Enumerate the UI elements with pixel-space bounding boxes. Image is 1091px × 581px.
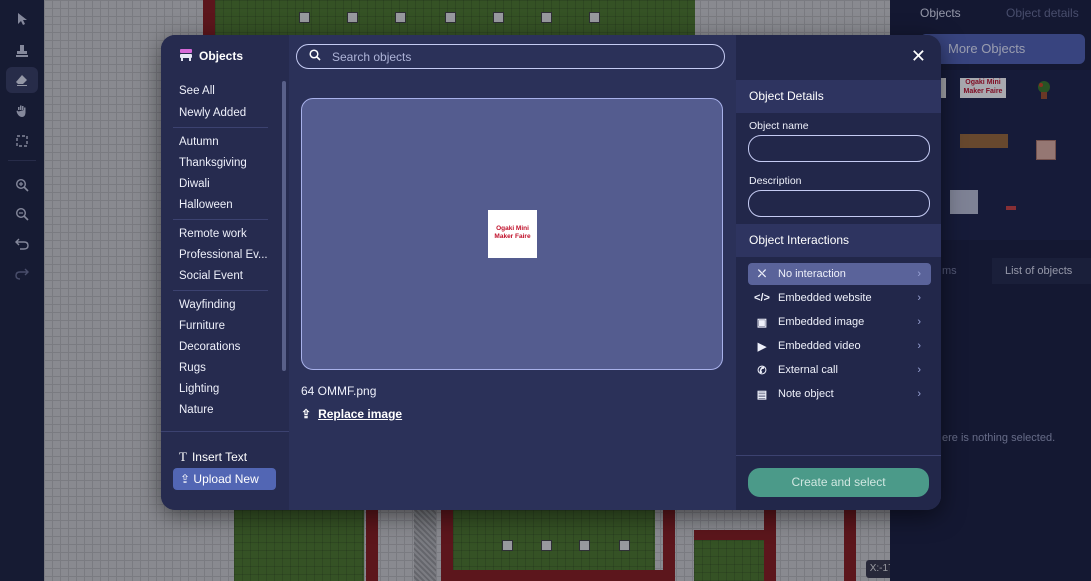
description-label: Description — [749, 175, 802, 187]
note-icon: ▤ — [756, 388, 768, 401]
category-wayfinding[interactable]: Wayfinding — [179, 299, 235, 311]
uploaded-image: Ogaki Mini Maker Faire — [488, 210, 537, 258]
category-social-event[interactable]: Social Event — [179, 270, 243, 282]
chevron-right-icon: › — [917, 388, 921, 400]
chevron-right-icon: › — [917, 268, 921, 280]
no-interaction-icon: ⛌ — [757, 267, 767, 280]
object-interactions-heading: Object Interactions — [736, 224, 941, 257]
category-thanksgiving[interactable]: Thanksgiving — [179, 157, 247, 169]
interaction-embedded-website[interactable]: </> Embedded website › — [748, 287, 931, 309]
interaction-label: Embedded website — [778, 292, 872, 304]
category-sidebar: Objects See All Newly Added Autumn Thank… — [161, 35, 289, 510]
objects-dialog: Objects See All Newly Added Autumn Thank… — [161, 35, 941, 510]
category-divider — [173, 290, 268, 291]
code-icon: </> — [754, 292, 770, 304]
object-details-heading: Object Details — [736, 80, 941, 113]
replace-image-link[interactable]: ⇪ Replace image — [301, 407, 402, 421]
category-autumn[interactable]: Autumn — [179, 136, 219, 148]
category-divider — [173, 127, 268, 128]
replace-image-label: Replace image — [318, 407, 403, 421]
category-lighting[interactable]: Lighting — [179, 383, 219, 395]
insert-text-label: Insert Text — [191, 450, 248, 464]
create-and-select-button[interactable]: Create and select — [748, 468, 929, 497]
upload-new-button[interactable]: ⇪ Upload New — [173, 468, 276, 490]
interaction-label: Note object — [778, 388, 834, 400]
chevron-right-icon: › — [917, 292, 921, 304]
objects-icon — [179, 48, 193, 64]
object-name-label: Object name — [749, 120, 809, 132]
category-scrollbar[interactable] — [282, 81, 286, 371]
search-input[interactable] — [330, 48, 714, 65]
category-newly-added[interactable]: Newly Added — [179, 107, 246, 119]
object-preview-panel: Ogaki Mini Maker Faire 64 OMMF.png ⇪ Rep… — [289, 35, 736, 510]
interaction-label: Embedded image — [778, 316, 865, 328]
logo-text-line1: Ogaki Mini — [496, 225, 529, 232]
interaction-label: No interaction — [778, 268, 846, 280]
insert-text-button[interactable]: T Insert Text — [179, 449, 247, 465]
objects-title-label: Objects — [199, 49, 244, 63]
interaction-embedded-image[interactable]: ▣ Embedded image › — [748, 311, 931, 333]
details-divider — [736, 455, 941, 456]
interaction-embedded-video[interactable]: ▶ Embedded video › — [748, 335, 931, 357]
objects-title: Objects — [179, 48, 243, 64]
category-furniture[interactable]: Furniture — [179, 320, 225, 332]
category-bottom-divider — [161, 431, 289, 432]
upload-icon: ⇪ — [180, 472, 191, 486]
description-field[interactable] — [748, 190, 930, 217]
interaction-external-call[interactable]: ✆ External call › — [748, 359, 931, 381]
image-icon: ▣ — [756, 316, 768, 329]
upload-new-label: Upload New — [193, 472, 259, 486]
interaction-note-object[interactable]: ▤ Note object › — [748, 383, 931, 405]
chevron-right-icon: › — [917, 316, 921, 328]
category-see-all[interactable]: See All — [179, 85, 215, 97]
image-preview: Ogaki Mini Maker Faire — [301, 98, 723, 370]
category-nature[interactable]: Nature — [179, 404, 214, 416]
text-icon: T — [179, 449, 187, 464]
category-halloween[interactable]: Halloween — [179, 199, 233, 211]
search-box[interactable] — [296, 44, 725, 69]
play-icon: ▶ — [757, 340, 767, 353]
category-professional-events[interactable]: Professional Ev... — [179, 249, 268, 261]
category-remote-work[interactable]: Remote work — [179, 228, 247, 240]
search-icon — [309, 48, 321, 66]
upload-icon: ⇪ — [301, 407, 312, 421]
logo-text-line2: Maker Faire — [494, 233, 531, 240]
interaction-label: External call — [778, 364, 838, 376]
phone-icon: ✆ — [757, 364, 767, 377]
category-decorations[interactable]: Decorations — [179, 341, 240, 353]
chevron-right-icon: › — [917, 340, 921, 352]
interaction-no-interaction[interactable]: ⛌ No interaction › — [748, 263, 931, 285]
file-name: 64 OMMF.png — [301, 384, 377, 398]
object-details-panel: ✕ Object Details Object name Description… — [736, 35, 941, 510]
category-diwali[interactable]: Diwali — [179, 178, 210, 190]
object-name-field[interactable] — [748, 135, 930, 162]
interaction-label: Embedded video — [778, 340, 861, 352]
category-rugs[interactable]: Rugs — [179, 362, 206, 374]
category-divider — [173, 219, 268, 220]
close-icon[interactable]: ✕ — [911, 46, 926, 67]
chevron-right-icon: › — [917, 364, 921, 376]
